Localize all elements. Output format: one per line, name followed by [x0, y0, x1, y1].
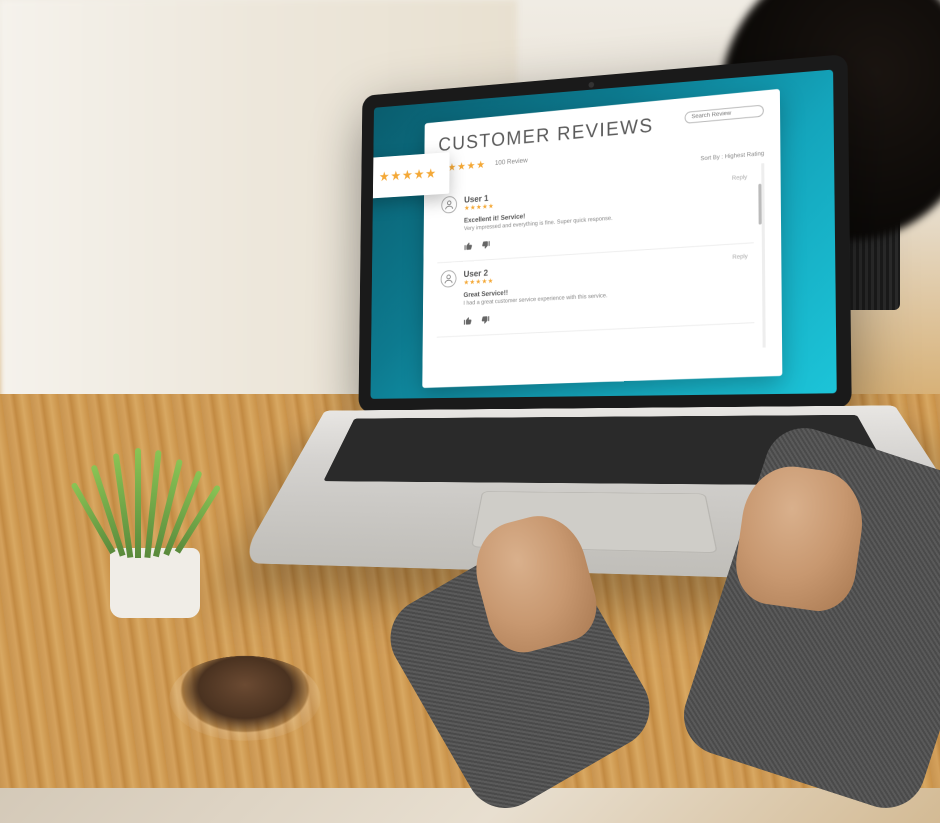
rating-number: 5	[370, 161, 372, 193]
thumbs-down-icon[interactable]	[481, 240, 490, 252]
scrollbar-thumb[interactable]	[758, 184, 761, 225]
summary-count: 100 Review	[495, 157, 528, 167]
avatar-icon	[441, 196, 457, 214]
thumbs-up-icon[interactable]	[463, 315, 472, 327]
sort-dropdown[interactable]: Sort By : Highest Rating	[700, 151, 764, 162]
review-stars-icon: ★★★★★	[464, 277, 494, 286]
plant-pot	[110, 548, 200, 618]
laptop-screen-frame: CUSTOMER REVIEWS ★★★★★ 100 Review Sort B…	[358, 54, 851, 412]
review-stars-icon: ★★★★★	[464, 202, 494, 212]
desk-plant	[80, 458, 220, 618]
avatar-icon	[441, 270, 457, 288]
thumbs-down-icon[interactable]	[481, 315, 490, 327]
laptop-screen: CUSTOMER REVIEWS ★★★★★ 100 Review Sort B…	[370, 70, 836, 399]
scene-photo: CUSTOMER REVIEWS ★★★★★ 100 Review Sort B…	[0, 0, 940, 788]
plant-leaves	[80, 448, 220, 558]
reviews-list[interactable]: User 1 ★★★★★ Reply Excellent it! Service…	[436, 163, 765, 361]
search-input[interactable]	[685, 104, 764, 123]
reply-button[interactable]: Reply	[732, 175, 747, 182]
thumbs-up-icon[interactable]	[464, 241, 473, 253]
reviews-panel: CUSTOMER REVIEWS ★★★★★ 100 Review Sort B…	[422, 89, 782, 388]
reply-button[interactable]: Reply	[732, 254, 747, 261]
rating-stars-icon: ★★★★★	[379, 165, 437, 185]
rating-badge: 5 ★★★★★	[370, 152, 449, 200]
webcam-icon	[589, 82, 595, 88]
